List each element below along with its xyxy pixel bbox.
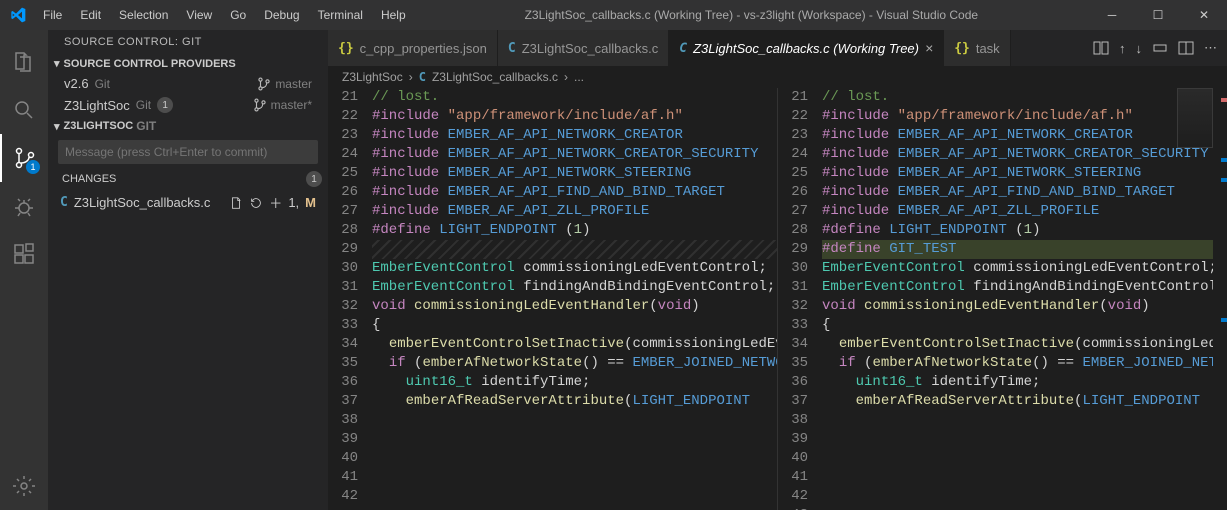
toggle-whitespace-icon[interactable]	[1152, 40, 1168, 56]
breadcrumb[interactable]: Z3LightSoc › C Z3LightSoc_callbacks.c › …	[328, 66, 1227, 88]
changes-section-header[interactable]: CHANGES 1	[48, 168, 328, 190]
editor-tab[interactable]: {} c_cpp_properties.json	[328, 30, 498, 66]
window-title: Z3LightSoc_callbacks.c (Working Tree) - …	[414, 8, 1089, 22]
editor-tab[interactable]: C Z3LightSoc_callbacks.c	[498, 30, 669, 66]
window-maximize-button[interactable]: ☐	[1135, 0, 1181, 30]
status-modified-icon: M	[305, 195, 316, 210]
chevron-right-icon: ›	[564, 70, 568, 84]
scm-badge: 1	[26, 160, 40, 174]
tab-label: Z3LightSoc_callbacks.c (Working Tree)	[693, 41, 919, 56]
overview-ruler[interactable]	[1213, 88, 1227, 510]
changed-file-row[interactable]: C Z3LightSoc_callbacks.c ＋ 1, M	[48, 190, 328, 215]
explorer-icon[interactable]	[0, 38, 48, 86]
menu-file[interactable]: File	[35, 4, 70, 26]
editor-tab[interactable]: {} task	[944, 30, 1011, 66]
file-icon: {}	[338, 41, 354, 56]
tab-bar: {} c_cpp_properties.jsonC Z3LightSoc_cal…	[328, 30, 1227, 66]
provider-dirty-badge: 1	[157, 97, 173, 113]
file-icon: {}	[954, 41, 970, 56]
chevron-down-icon: ▾	[54, 57, 60, 70]
settings-gear-icon[interactable]	[0, 462, 48, 510]
file-c-icon: C	[60, 195, 68, 210]
branch-icon	[253, 98, 267, 112]
editor-tab[interactable]: C Z3LightSoc_callbacks.c (Working Tree) ×	[669, 30, 944, 66]
more-actions-icon[interactable]: ⋯	[1204, 40, 1217, 56]
debug-icon[interactable]	[0, 182, 48, 230]
prev-change-icon[interactable]: ↑	[1119, 41, 1126, 56]
open-file-icon[interactable]	[229, 196, 243, 210]
tab-label: Z3LightSoc_callbacks.c	[522, 41, 659, 56]
search-icon[interactable]	[0, 86, 48, 134]
chevron-right-icon: ›	[409, 70, 413, 84]
close-tab-icon[interactable]: ×	[925, 40, 933, 56]
compare-toggle-icon[interactable]	[1093, 40, 1109, 56]
sidebar-title: SOURCE CONTROL: GIT	[48, 30, 328, 54]
stage-change-icon[interactable]: ＋	[269, 193, 282, 212]
chevron-down-icon: ▾	[54, 120, 60, 133]
diff-original-pane[interactable]: 2122232425262728293031323334353637383940…	[328, 88, 777, 510]
vscode-logo-icon	[0, 7, 35, 23]
minimap[interactable]	[1177, 88, 1213, 148]
titlebar: FileEditSelectionViewGoDebugTerminalHelp…	[0, 0, 1227, 30]
file-icon: C	[508, 41, 516, 56]
discard-changes-icon[interactable]	[249, 196, 263, 210]
source-control-icon[interactable]: 1	[0, 134, 48, 182]
scm-providers-header[interactable]: ▾ SOURCE CONTROL PROVIDERS	[48, 54, 328, 73]
changes-count-badge: 1	[306, 171, 322, 187]
activity-bar: 1	[0, 30, 48, 510]
menu-terminal[interactable]: Terminal	[310, 4, 371, 26]
branch-icon	[257, 77, 271, 91]
scm-repo-header[interactable]: ▾ Z3LIGHTSOC GIT	[48, 116, 328, 136]
window-minimize-button[interactable]: ─	[1089, 0, 1135, 30]
tab-label: task	[976, 41, 1000, 56]
window-close-button[interactable]: ✕	[1181, 0, 1227, 30]
menu-debug[interactable]: Debug	[256, 4, 307, 26]
split-editor-icon[interactable]	[1178, 40, 1194, 56]
menu-view[interactable]: View	[178, 4, 220, 26]
scm-provider-row[interactable]: Z3LightSoc Git 1 master*	[48, 94, 328, 116]
menu-selection[interactable]: Selection	[111, 4, 176, 26]
menu-go[interactable]: Go	[222, 4, 254, 26]
menu-bar: FileEditSelectionViewGoDebugTerminalHelp	[35, 4, 414, 26]
menu-edit[interactable]: Edit	[72, 4, 109, 26]
menu-help[interactable]: Help	[373, 4, 414, 26]
commit-message-input[interactable]	[58, 140, 318, 164]
diff-modified-pane[interactable]: 2122232425262728293031323334353637383940…	[777, 88, 1227, 510]
editor-area: {} c_cpp_properties.jsonC Z3LightSoc_cal…	[328, 30, 1227, 510]
extensions-icon[interactable]	[0, 230, 48, 278]
file-icon: C	[679, 41, 687, 56]
scm-provider-row[interactable]: v2.6 Git master	[48, 73, 328, 94]
tab-label: c_cpp_properties.json	[360, 41, 487, 56]
sidebar-source-control: SOURCE CONTROL: GIT ▾ SOURCE CONTROL PRO…	[48, 30, 328, 510]
next-change-icon[interactable]: ↓	[1136, 41, 1143, 56]
